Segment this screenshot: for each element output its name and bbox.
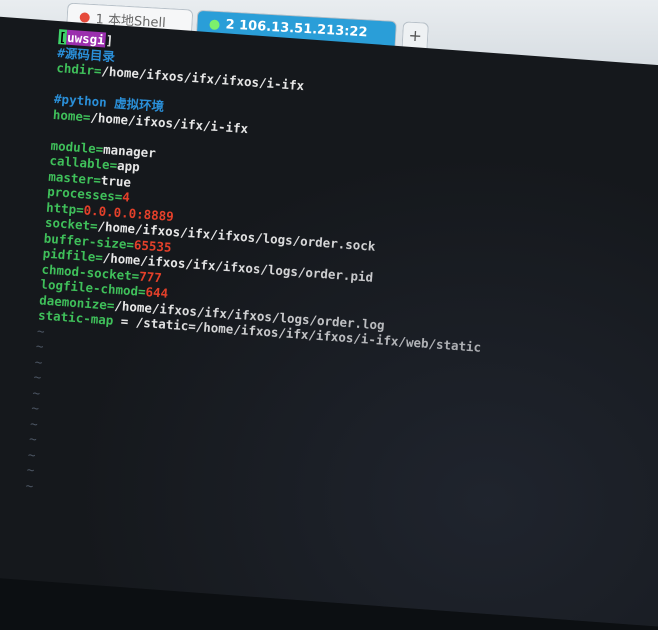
plus-icon: +	[408, 25, 423, 46]
section-bracket-close: ]	[105, 32, 114, 49]
status-dot-icon	[79, 11, 91, 23]
section-name: uwsgi	[65, 29, 107, 48]
editor-lines: [uwsgi] #源码目录 chdir=/home/ifxos/ifx/ifxo…	[25, 29, 502, 525]
new-tab-button[interactable]: +	[401, 21, 429, 49]
terminal-editor[interactable]: [uwsgi] #源码目录 chdir=/home/ifxos/ifx/ifxo…	[0, 16, 658, 630]
status-dot-icon	[209, 19, 220, 30]
